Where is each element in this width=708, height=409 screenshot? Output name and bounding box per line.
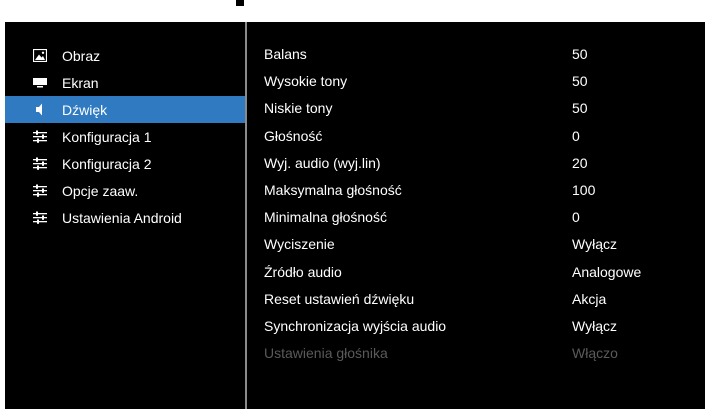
sidebar-item-konfiguracja-1[interactable]: Konfiguracja 1 xyxy=(5,123,245,150)
setting-value: Włączo xyxy=(572,345,618,362)
monitor-icon xyxy=(33,78,47,88)
sidebar-item-label: Obraz xyxy=(62,48,101,64)
setting-row-wysokie-tony[interactable]: Wysokie tony 50 xyxy=(247,68,705,95)
setting-label: Ustawienia głośnika xyxy=(264,345,388,362)
setting-row-minimalna-glosnosc[interactable]: Minimalna głośność 0 xyxy=(247,204,705,231)
setting-label: Wyj. audio (wyj.lin) xyxy=(264,154,381,171)
setting-value: 50 xyxy=(572,100,588,117)
settings-panel: Balans 50 Wysokie tony 50 Niskie tony 50… xyxy=(247,22,705,409)
sidebar-list: Obraz Ekran Dźwięk Konfiguracja 1 Konfig… xyxy=(5,42,245,231)
sidebar-item-opcje-zaaw[interactable]: Opcje zaaw. xyxy=(5,177,245,204)
setting-row-reset-ustawien-dzwieku[interactable]: Reset ustawień dźwięku Akcja xyxy=(247,286,705,313)
sidebar-item-dzwiek[interactable]: Dźwięk xyxy=(5,96,245,123)
sidebar-item-obraz[interactable]: Obraz xyxy=(5,42,245,69)
sliders-icon xyxy=(33,211,47,224)
sidebar-item-label: Dźwięk xyxy=(62,102,108,118)
setting-value: Wyłącz xyxy=(572,236,617,253)
setting-value: Akcja xyxy=(572,290,607,307)
setting-row-wyciszenie[interactable]: Wyciszenie Wyłącz xyxy=(247,231,705,258)
setting-value: 0 xyxy=(572,127,580,144)
setting-row-niskie-tony[interactable]: Niskie tony 50 xyxy=(247,95,705,122)
setting-row-synchronizacja-wyjscia-audio[interactable]: Synchronizacja wyjścia audio Wyłącz xyxy=(247,313,705,340)
setting-value: Analogowe xyxy=(572,263,642,280)
sliders-icon xyxy=(33,130,47,143)
sidebar-item-ekran[interactable]: Ekran xyxy=(5,69,245,96)
setting-row-maksymalna-glosnosc[interactable]: Maksymalna głośność 100 xyxy=(247,177,705,204)
sliders-icon xyxy=(33,157,47,170)
speaker-icon xyxy=(36,103,42,116)
setting-label: Wysokie tony xyxy=(264,73,348,90)
setting-label: Minimalna głośność xyxy=(264,209,387,226)
sidebar-item-label: Konfiguracja 1 xyxy=(62,129,152,145)
sidebar-item-label: Ustawienia Android xyxy=(62,210,182,226)
picture-icon xyxy=(33,49,47,62)
setting-value: 100 xyxy=(572,181,596,198)
settings-list: Balans 50 Wysokie tony 50 Niskie tony 50… xyxy=(247,41,705,367)
setting-value: Wyłącz xyxy=(572,317,617,334)
setting-label: Głośność xyxy=(264,127,323,144)
setting-value: 50 xyxy=(572,46,588,62)
sidebar: Obraz Ekran Dźwięk Konfiguracja 1 Konfig… xyxy=(5,22,245,409)
setting-label: Wyciszenie xyxy=(264,236,335,253)
sidebar-item-label: Konfiguracja 2 xyxy=(62,156,152,172)
setting-label: Źródło audio xyxy=(264,263,342,280)
setting-label: Synchronizacja wyjścia audio xyxy=(264,317,447,334)
setting-label: Balans xyxy=(264,46,307,62)
setting-row-zrodlo-audio[interactable]: Źródło audio Analogowe xyxy=(247,259,705,286)
sidebar-item-konfiguracja-2[interactable]: Konfiguracja 2 xyxy=(5,150,245,177)
setting-value: 50 xyxy=(572,73,588,90)
sliders-icon xyxy=(33,184,47,197)
setting-value: 20 xyxy=(572,154,588,171)
sidebar-item-label: Ekran xyxy=(62,75,99,91)
setting-row-wyj-audio[interactable]: Wyj. audio (wyj.lin) 20 xyxy=(247,150,705,177)
osd-menu: Obraz Ekran Dźwięk Konfiguracja 1 Konfig… xyxy=(5,22,705,409)
setting-row-glosnosc[interactable]: Głośność 0 xyxy=(247,123,705,150)
setting-row-balans[interactable]: Balans 50 xyxy=(247,41,705,68)
setting-label: Maksymalna głośność xyxy=(264,181,402,198)
setting-row-ustawienia-glosnika: Ustawienia głośnika Włączo xyxy=(247,340,705,367)
sidebar-item-ustawienia-android[interactable]: Ustawienia Android xyxy=(5,204,245,231)
sidebar-item-label: Opcje zaaw. xyxy=(62,183,139,199)
setting-label: Reset ustawień dźwięku xyxy=(264,290,415,307)
top-indicator xyxy=(236,0,244,6)
setting-label: Niskie tony xyxy=(264,100,333,117)
setting-value: 0 xyxy=(572,209,580,226)
